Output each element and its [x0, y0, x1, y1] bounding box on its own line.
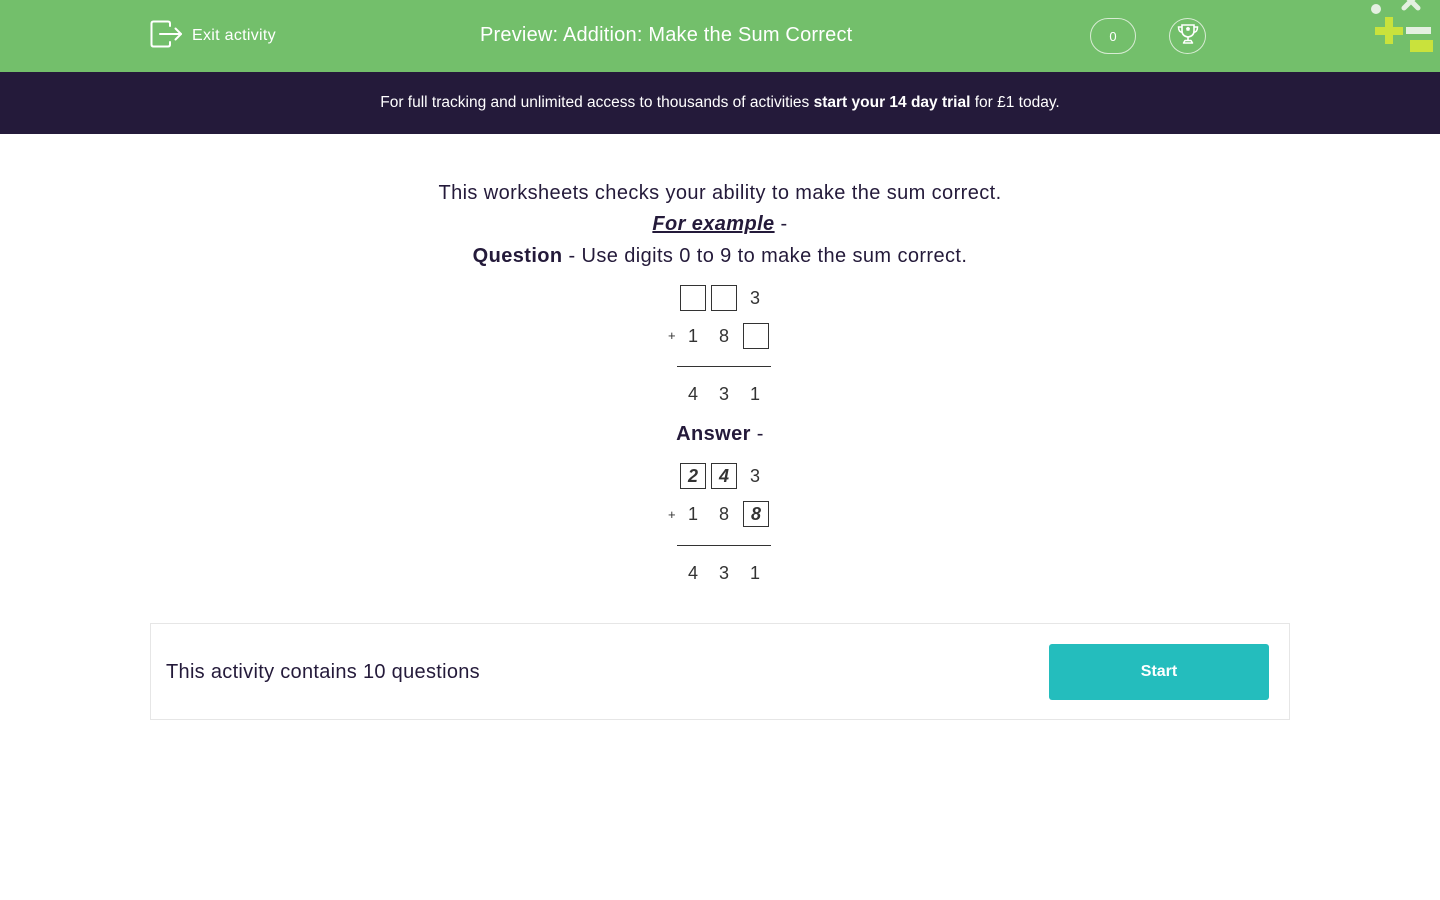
question-digit: 8: [718, 325, 729, 346]
answer-digit: 1: [687, 503, 698, 524]
trophy-icon: [1176, 23, 1200, 50]
question-result-digit: 4: [687, 383, 698, 404]
example-label: For example: [652, 213, 775, 235]
question-count-text: This activity contains 10 questions: [166, 661, 480, 683]
exit-activity-label: Exit activity: [192, 27, 276, 44]
question-result-digit: 3: [718, 383, 729, 404]
sum-divider: [677, 366, 771, 367]
intro-line: This worksheets checks your ability to m…: [438, 182, 1002, 204]
answer-suffix: -: [750, 423, 764, 445]
answer-heading: Answer -: [0, 423, 1440, 446]
answer-filled-box: 2: [680, 463, 706, 489]
exit-activity-button[interactable]: Exit activity: [150, 20, 276, 53]
plus-operator: +: [668, 328, 676, 343]
sum-divider: [677, 545, 771, 546]
math-symbols-logo: [1366, 0, 1440, 56]
start-button[interactable]: Start: [1049, 644, 1269, 700]
answer-label: Answer: [676, 423, 751, 445]
question-digit: 3: [749, 287, 760, 308]
question-label: Question: [472, 245, 563, 267]
answer-result-digit: 4: [687, 562, 698, 583]
activity-info-card: This activity contains 10 questions Star…: [150, 623, 1290, 720]
trial-link-text[interactable]: start your 14 day trial: [814, 94, 971, 112]
question-text: - Use digits 0 to 9 to make the sum corr…: [562, 245, 968, 267]
question-digit: 1: [687, 325, 698, 346]
question-blank-box: [711, 285, 737, 311]
answer-filled-box: 4: [711, 463, 737, 489]
answer-filled-box: 8: [743, 501, 769, 527]
question-line: Question - Use digits 0 to 9 to make the…: [0, 245, 1440, 268]
example-suffix: -: [774, 213, 788, 235]
answer-result-digit: 3: [718, 562, 729, 583]
exit-icon: [150, 20, 183, 53]
question-blank-box: [743, 323, 769, 349]
question-blank-box: [680, 285, 706, 311]
score-badge: 0: [1090, 18, 1136, 54]
trophy-button[interactable]: [1169, 18, 1206, 54]
banner-text-end: for £1 today.: [970, 94, 1060, 111]
answer-digit: 8: [718, 503, 729, 524]
answer-result-digit: 1: [749, 562, 760, 583]
trial-banner: For full tracking and unlimited access t…: [0, 72, 1440, 134]
page-title: Preview: Addition: Make the Sum Correct: [480, 24, 853, 46]
banner-text: For full tracking and unlimited access t…: [380, 94, 814, 111]
question-result-digit: 1: [749, 383, 760, 404]
plus-operator: +: [668, 507, 676, 522]
top-bar: Exit activity Preview: Addition: Make th…: [0, 0, 1440, 72]
answer-digit: 3: [749, 465, 760, 486]
example-heading: For example -: [0, 213, 1440, 236]
